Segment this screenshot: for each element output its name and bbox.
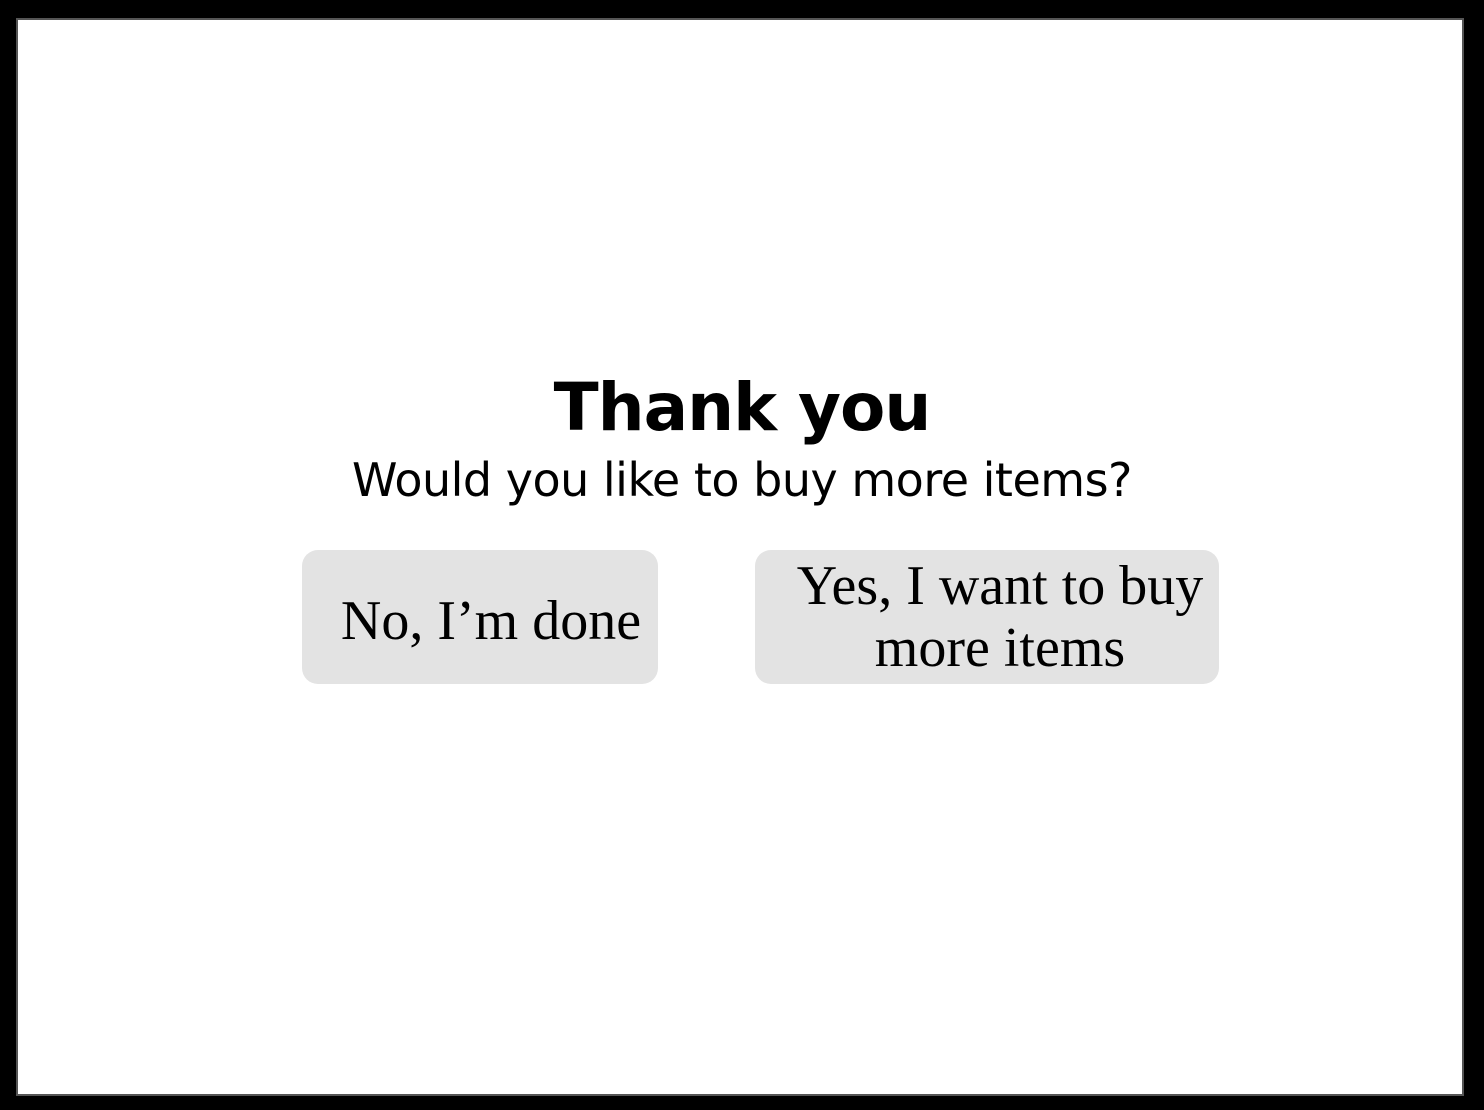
yes-buy-more-button-label: Yes, I want to buy more items xyxy=(796,555,1204,679)
no-done-button-label: No, I’m done xyxy=(340,590,642,652)
kiosk-screen: Thank you Would you like to buy more ite… xyxy=(16,18,1464,1096)
no-done-button[interactable]: No, I’m done xyxy=(302,550,658,684)
yes-buy-more-button[interactable]: Yes, I want to buy more items xyxy=(755,550,1219,684)
page-subtitle: Would you like to buy more items? xyxy=(352,453,1132,507)
page-title: Thank you xyxy=(553,369,932,446)
